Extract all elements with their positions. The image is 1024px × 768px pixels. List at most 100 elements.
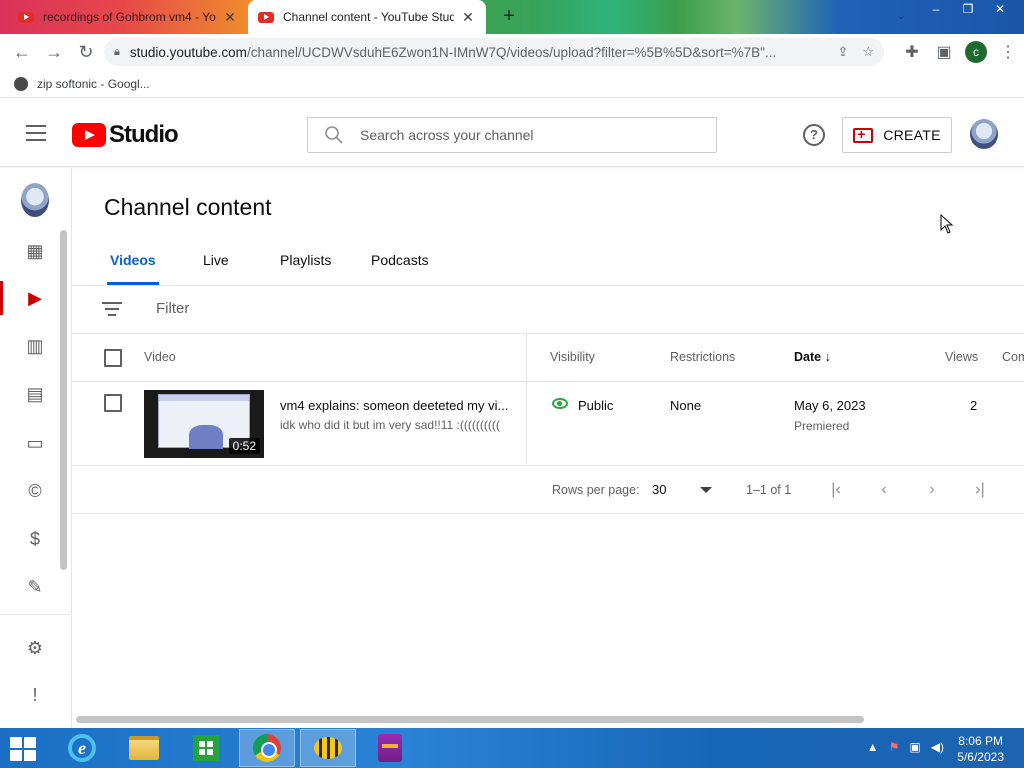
volume-icon[interactable]: ◀) <box>931 740 944 754</box>
taskbar-chrome[interactable] <box>239 729 295 767</box>
channel-avatar[interactable] <box>21 183 49 217</box>
mouse-cursor-icon <box>940 214 954 234</box>
windows-taskbar: e ▲ ⚑ ▣ ◀) 8:06 PM 5/6/2023 <box>0 728 1024 768</box>
side-panel-icon[interactable]: ▣ <box>928 36 960 68</box>
sidebar-scrollbar[interactable] <box>60 230 67 570</box>
tab-playlists[interactable]: Playlists <box>277 252 334 268</box>
visibility-value[interactable]: Public <box>578 398 613 413</box>
filter-input[interactable] <box>156 300 456 317</box>
clock-date: 5/6/2023 <box>957 750 1004 764</box>
action-center-flag-icon[interactable]: ⚑ <box>889 740 900 754</box>
column-header-visibility[interactable]: Visibility <box>550 350 595 364</box>
column-header-comments[interactable]: Com <box>1002 350 1024 364</box>
settings-icon: ⚙ <box>26 637 44 658</box>
comments-icon: ▤ <box>26 383 44 404</box>
create-button[interactable]: CREATE <box>842 117 952 153</box>
winrar-icon <box>378 734 402 762</box>
taskbar-file-explorer[interactable] <box>116 729 172 767</box>
rows-per-page-select[interactable]: 30 <box>652 482 716 497</box>
network-icon[interactable]: ▣ <box>909 740 920 754</box>
bookmark-star-icon[interactable]: ☆ <box>862 44 874 60</box>
first-page-icon[interactable]: |‹ <box>826 480 846 500</box>
bookmarks-bar: zip softonic - Googl... <box>0 70 1024 98</box>
chrome-menu-icon[interactable]: ⋮ <box>992 36 1024 68</box>
sidebar-item-settings[interactable]: ⚙ <box>0 625 70 671</box>
select-all-checkbox[interactable] <box>104 349 122 367</box>
filter-icon[interactable] <box>102 302 122 316</box>
restore-button[interactable]: ❐ <box>952 0 984 18</box>
bookmark-item[interactable]: zip softonic - Googl... <box>14 76 150 91</box>
video-title[interactable]: vm4 explains: someon deeteted my vi... <box>280 398 512 413</box>
next-page-icon[interactable]: › <box>922 480 942 500</box>
horizontal-scrollbar[interactable] <box>76 716 864 723</box>
sidebar-item-customization[interactable]: ✎ <box>0 564 70 610</box>
reload-icon[interactable]: ↻ <box>70 36 102 68</box>
customization-icon: ✎ <box>27 576 43 597</box>
menu-hamburger-icon[interactable] <box>26 125 46 141</box>
windows-start-icon[interactable] <box>10 737 36 761</box>
forward-arrow-icon[interactable]: → <box>38 36 70 68</box>
dashboard-icon: ▦ <box>26 240 44 261</box>
browser-tab-recordings[interactable]: recordings of Gohbrom vm4 - Yo ✕ <box>8 0 248 34</box>
taskbar-internet-explorer[interactable]: e <box>54 729 110 767</box>
extensions-puzzle-icon[interactable]: ✚ <box>896 36 928 68</box>
new-tab-button[interactable]: + <box>498 5 520 27</box>
sidebar-item-feedback[interactable]: ! <box>0 672 70 718</box>
tab-podcasts[interactable]: Podcasts <box>368 252 432 268</box>
taskbar-clock[interactable]: 8:06 PM 5/6/2023 <box>957 733 1004 765</box>
youtube-favicon-icon <box>258 11 274 23</box>
column-header-restrictions[interactable]: Restrictions <box>670 350 735 364</box>
date-value: May 6, 2023 <box>794 398 866 413</box>
video-duration: 0:52 <box>228 438 260 454</box>
clock-time: 8:06 PM <box>958 734 1003 748</box>
taskbar-winrar[interactable] <box>362 729 418 767</box>
profile-button[interactable]: c <box>960 36 992 68</box>
window-controls: – ❐ ✕ <box>920 0 1016 18</box>
account-avatar[interactable] <box>970 119 998 149</box>
channel-search-box[interactable] <box>307 117 717 153</box>
share-icon[interactable]: ⇪ <box>837 44 848 60</box>
close-window-button[interactable]: ✕ <box>984 0 1016 18</box>
column-header-date[interactable]: Date ↓ <box>794 350 831 364</box>
youtube-favicon-icon <box>18 11 34 23</box>
visibility-eye-icon <box>552 398 568 409</box>
column-header-video: Video <box>144 350 176 364</box>
studio-sidebar: ▦ ▶ ▥ ▤ ▭ © $ ✎ ⚙ ! <box>0 168 72 728</box>
tab-search-chevron-icon[interactable]: ⌄ <box>896 8 906 22</box>
windows-store-icon <box>193 735 219 761</box>
browser-toolbar: ← → ↻ 🔒︎ studio.youtube.com/channel/UCDW… <box>0 34 1024 70</box>
column-header-views[interactable]: Views <box>945 350 978 364</box>
internet-explorer-icon: e <box>68 734 96 762</box>
address-bar[interactable]: 🔒︎ studio.youtube.com/channel/UCDWVsduhE… <box>104 38 884 66</box>
video-thumbnail[interactable]: 0:52 <box>144 390 264 458</box>
tab-videos[interactable]: Videos <box>107 252 159 285</box>
taskbar-bee-app[interactable] <box>300 729 356 767</box>
browser-tab-channel-content[interactable]: Channel content - YouTube Studio ✕ <box>248 0 486 34</box>
restrictions-value: None <box>670 398 702 413</box>
row-checkbox[interactable] <box>104 394 122 412</box>
minimize-button[interactable]: – <box>920 0 952 18</box>
tab-close-icon[interactable]: ✕ <box>222 9 238 26</box>
help-icon[interactable]: ? <box>803 124 825 146</box>
previous-page-icon[interactable]: ‹ <box>874 480 894 500</box>
tray-expand-icon[interactable]: ▲ <box>867 740 879 754</box>
table-header: Video Visibility Restrictions Date ↓ Vie… <box>72 334 1024 464</box>
tab-title: Channel content - YouTube Studio <box>283 10 454 24</box>
views-value: 2 <box>970 398 978 413</box>
taskbar-store[interactable] <box>178 729 234 767</box>
back-arrow-icon[interactable]: ← <box>6 36 38 68</box>
tab-close-icon[interactable]: ✕ <box>460 9 476 26</box>
youtube-play-logo-icon <box>72 123 106 147</box>
last-page-icon[interactable]: ›| <box>970 480 990 500</box>
browser-tab-strip: recordings of Gohbrom vm4 - Yo ✕ Channel… <box>0 0 1024 34</box>
tab-live[interactable]: Live <box>200 252 232 268</box>
page-range: 1–1 of 1 <box>746 483 792 497</box>
pagination-bar: Rows per page: 30 1–1 of 1 |‹ ‹ › ›| <box>72 466 1024 514</box>
table-row[interactable]: 0:52 vm4 explains: someon deeteted my vi… <box>72 382 1024 466</box>
tab-title: recordings of Gohbrom vm4 - Yo <box>43 10 216 24</box>
search-icon <box>325 126 343 144</box>
studio-logo[interactable]: Studio <box>72 121 179 149</box>
bookmark-favicon-icon <box>14 76 28 91</box>
filter-bar <box>72 286 1024 334</box>
channel-search-input[interactable] <box>360 127 690 143</box>
